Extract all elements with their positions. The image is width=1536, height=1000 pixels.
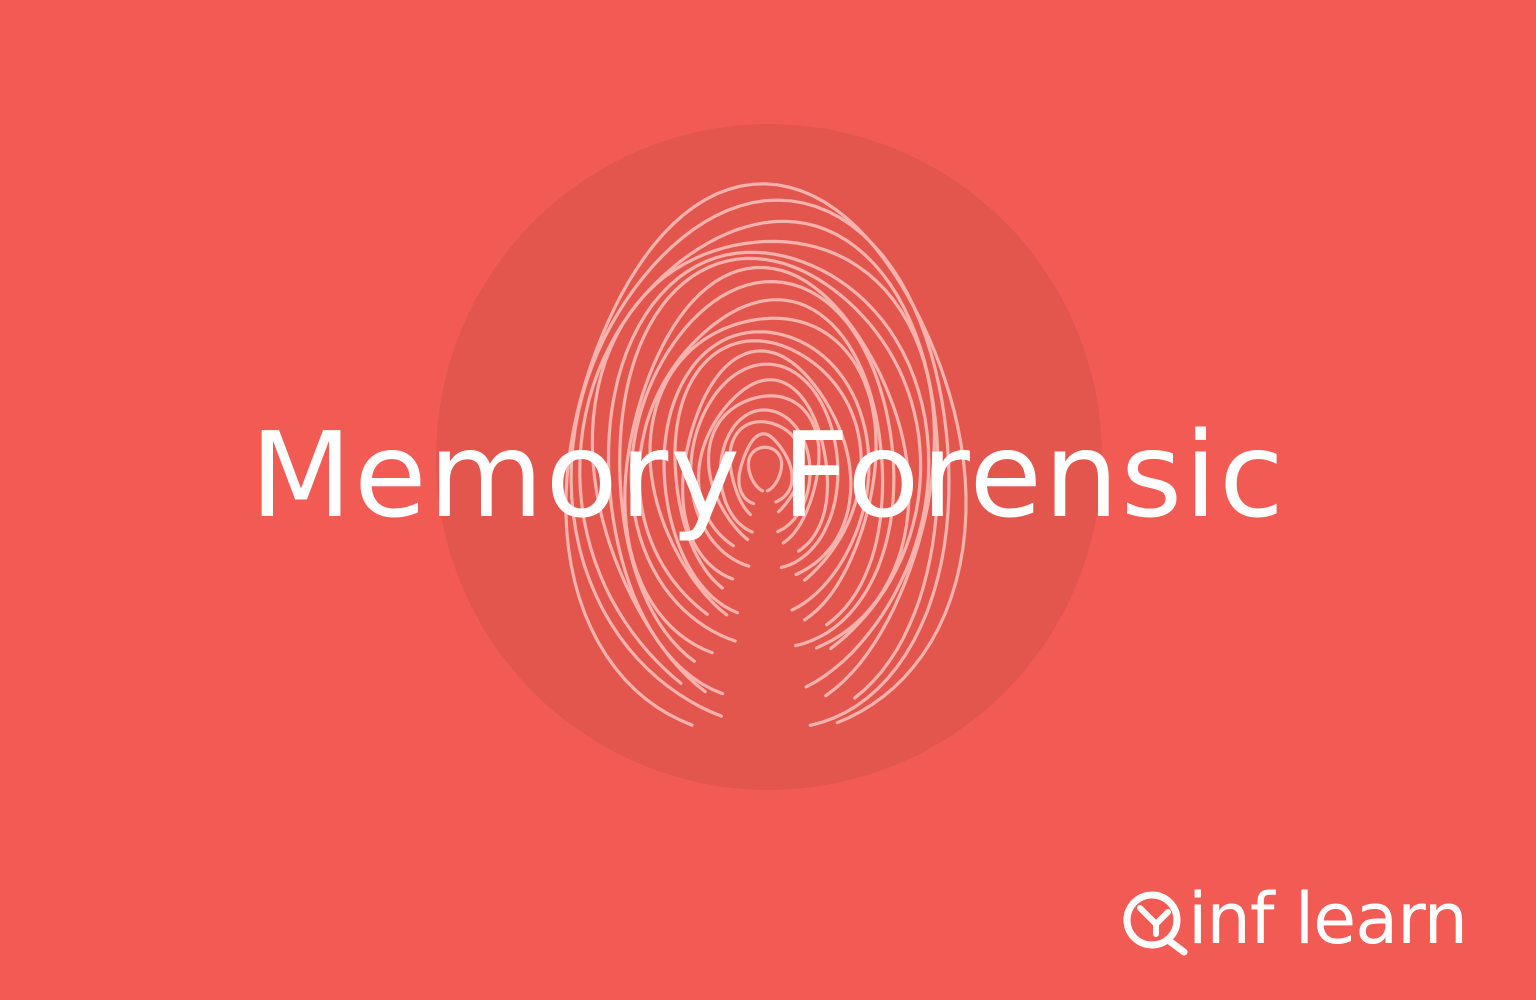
logo-text: inf learn — [1188, 878, 1468, 960]
course-title: Memory Forensic — [250, 406, 1286, 544]
inflearn-logo-icon — [1123, 891, 1188, 956]
inflearn-logo: inf learn — [1122, 878, 1482, 962]
course-banner: Memory Forensic inf learn — [0, 0, 1536, 1000]
